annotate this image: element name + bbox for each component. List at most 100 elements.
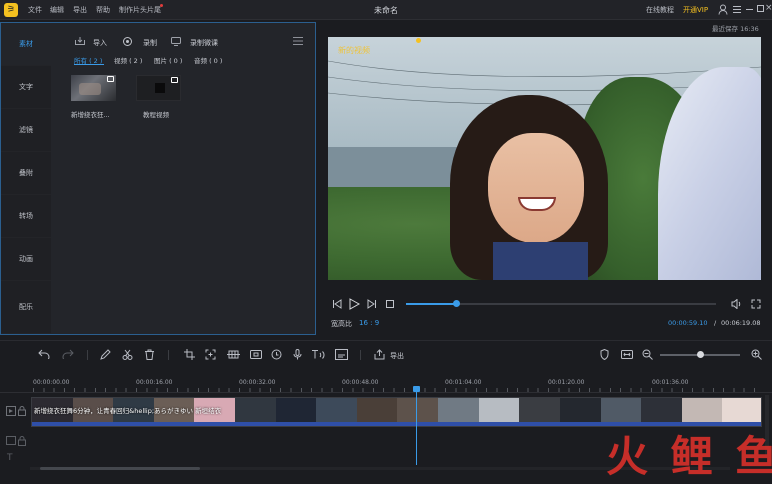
media-panel: 素材 文字 滤镜 叠附 转场 动画 配乐 导入 录制 录制微课 所有 ( 2 )… <box>0 22 316 335</box>
voiceover-mic-icon[interactable] <box>293 349 302 360</box>
media-item-name-1: 新增绕衣狂... <box>71 111 110 119</box>
ruler-label: 00:00:00.00 <box>33 379 70 386</box>
new-dot-badge <box>160 4 163 7</box>
edit-pencil-icon[interactable] <box>100 349 111 360</box>
media-thumbnail-1[interactable] <box>71 75 116 101</box>
next-frame-icon[interactable] <box>367 299 377 309</box>
previous-frame-icon[interactable] <box>332 299 342 309</box>
preview-face <box>488 133 584 243</box>
zoom-slider-track[interactable] <box>660 351 740 358</box>
stop-icon[interactable] <box>386 300 394 308</box>
close-icon[interactable]: × <box>765 3 772 13</box>
video-preview[interactable]: 新的视频 <box>328 37 761 280</box>
duration-clock-icon[interactable] <box>271 349 282 360</box>
sidebar-item-animation[interactable]: 动画 <box>1 238 51 281</box>
online-tutorial-link[interactable]: 在线教程 <box>646 5 674 15</box>
text-to-speech-icon[interactable] <box>311 349 327 360</box>
zoom-in-icon[interactable] <box>751 349 762 360</box>
toolbar-separator <box>87 350 88 360</box>
menu-edit[interactable]: 编辑 <box>50 5 64 15</box>
ruler-label: 00:00:32.00 <box>239 379 276 386</box>
volume-icon[interactable] <box>731 298 742 310</box>
ruler-label: 00:00:16.00 <box>136 379 173 386</box>
filter-video-tab[interactable]: 视频 ( 2 ) <box>114 55 142 65</box>
panel-divider <box>0 340 772 341</box>
sidebar-item-text[interactable]: 文字 <box>1 66 51 109</box>
sidebar-item-music[interactable]: 配乐 <box>1 281 51 334</box>
playhead-marker[interactable] <box>413 386 420 392</box>
preview-watermark: 新的视频 <box>338 46 370 55</box>
play-icon[interactable] <box>349 298 361 310</box>
subtitle-icon[interactable] <box>335 349 348 360</box>
import-icon[interactable] <box>75 37 85 45</box>
fit-timeline-icon[interactable] <box>621 349 633 360</box>
vip-button[interactable]: 开通VIP <box>683 5 708 15</box>
maximize-icon[interactable] <box>757 5 764 12</box>
list-view-icon[interactable] <box>293 37 303 45</box>
video-badge-icon <box>107 76 114 82</box>
import-button[interactable]: 导入 <box>93 38 107 48</box>
export-share-icon[interactable] <box>374 349 385 360</box>
playhead-line[interactable] <box>416 389 417 465</box>
timeline-hscroll-thumb[interactable] <box>40 467 200 470</box>
video-badge-icon <box>171 77 178 83</box>
track-lock-icon[interactable] <box>18 406 26 416</box>
aspect-ratio-label: 宽高比 <box>331 320 352 328</box>
overlay-track-icon <box>6 436 16 445</box>
title-bar: ⚞ 文件 编辑 导出 帮助 制作片头片尾 未命名 在线教程 开通VIP × <box>0 0 772 20</box>
menu-export[interactable]: 导出 <box>73 5 87 15</box>
undo-icon[interactable] <box>38 349 50 362</box>
overlay-lock-icon[interactable] <box>18 436 26 446</box>
preview-pin-icon <box>416 38 421 43</box>
minimize-icon[interactable] <box>746 9 753 10</box>
menu-intro-outro[interactable]: 制作片头片尾 <box>119 5 161 15</box>
mic-record-icon[interactable] <box>171 37 181 46</box>
split-scissors-icon[interactable] <box>122 349 133 360</box>
shield-icon[interactable] <box>600 348 609 361</box>
zoom-out-icon[interactable] <box>642 349 653 360</box>
time-separator: / <box>714 319 717 327</box>
sidebar-item-transition[interactable]: 转场 <box>1 195 51 238</box>
text-track-icon: T <box>7 453 13 463</box>
sidebar-item-filters[interactable]: 滤镜 <box>1 109 51 152</box>
menu-file[interactable]: 文件 <box>28 5 42 15</box>
media-thumbnail-2[interactable] <box>136 75 181 101</box>
crop-icon[interactable] <box>184 349 195 360</box>
zoom-frame-icon[interactable] <box>205 349 216 360</box>
playback-progress-fill <box>406 303 456 305</box>
fullscreen-icon[interactable] <box>751 299 761 309</box>
app-logo[interactable]: ⚞ <box>4 3 18 17</box>
sidebar-item-overlay[interactable]: 叠附 <box>1 152 51 195</box>
filter-audio-tab[interactable]: 音频 ( 0 ) <box>194 55 222 65</box>
record-icon[interactable] <box>123 37 132 46</box>
toolbar-separator <box>168 350 169 360</box>
user-icon[interactable] <box>718 4 728 15</box>
freeze-frame-icon[interactable] <box>250 349 262 360</box>
sidebar-item-media[interactable]: 素材 <box>1 23 51 66</box>
filter-image-tab[interactable]: 图片 ( 0 ) <box>154 55 182 65</box>
preview-collar <box>493 242 588 280</box>
ruler-label: 00:01:20.00 <box>548 379 585 386</box>
ruler-label: 00:00:48.00 <box>342 379 379 386</box>
toolbar-separator <box>360 350 361 360</box>
record-lesson-button[interactable]: 录制微课 <box>190 38 218 48</box>
zoom-slider-handle[interactable] <box>697 351 704 358</box>
autosave-status: 最近保存 16:36 <box>712 25 759 33</box>
mosaic-icon[interactable] <box>227 349 240 360</box>
ruler-label: 00:01:04.00 <box>445 379 482 386</box>
total-time: 00:06:19.08 <box>721 319 761 327</box>
redo-icon[interactable] <box>62 349 74 362</box>
video-track-icon <box>6 406 16 416</box>
delete-trash-icon[interactable] <box>144 349 155 360</box>
menu-help[interactable]: 帮助 <box>96 5 110 15</box>
record-button[interactable]: 录制 <box>143 38 157 48</box>
window-menu-icon[interactable] <box>733 5 741 14</box>
document-title: 未命名 <box>374 6 398 15</box>
ruler-ticks <box>33 388 758 392</box>
filter-all-underline <box>74 64 104 65</box>
playback-progress-track[interactable] <box>406 300 716 307</box>
playback-progress-handle[interactable] <box>453 300 460 307</box>
export-button[interactable]: 导出 <box>390 351 404 361</box>
clip-title: 新增绕衣狂舞6分钟，让青春回归&hellip;あらがきゆい 新垣结衣 <box>34 407 222 415</box>
aspect-ratio-value[interactable]: 16 : 9 <box>359 319 379 327</box>
